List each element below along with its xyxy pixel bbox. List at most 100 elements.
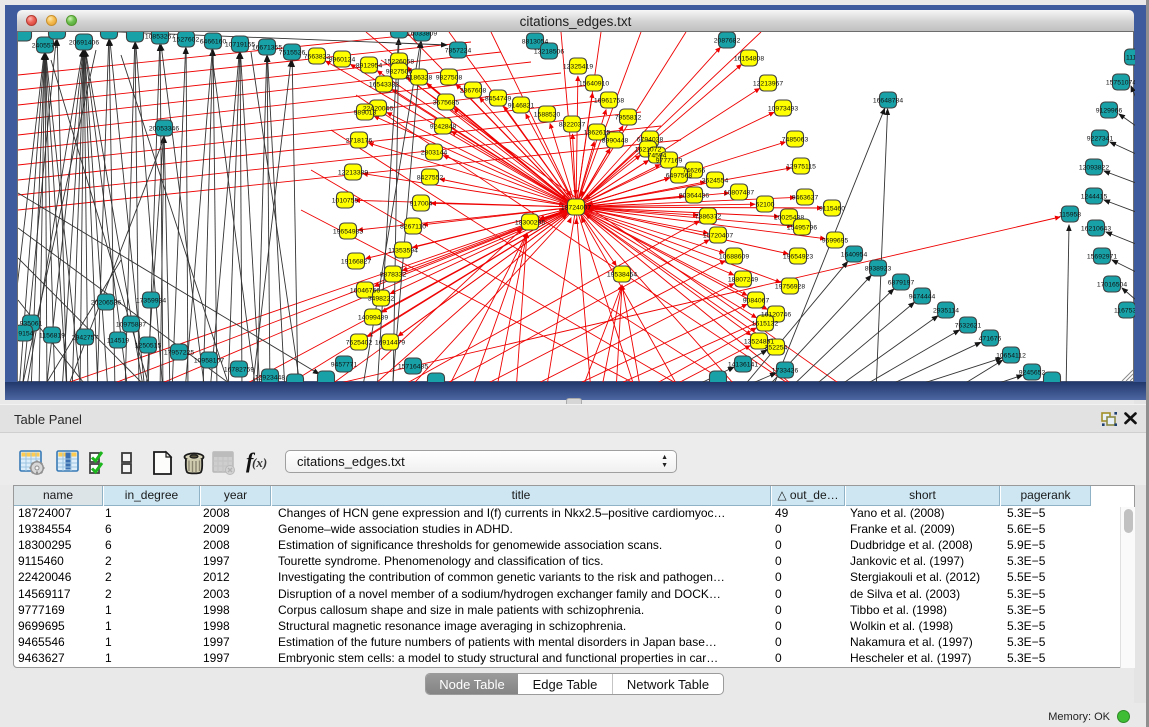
svg-text:8878332: 8878332 xyxy=(380,271,407,278)
svg-text:12093822: 12093822 xyxy=(1079,164,1109,171)
svg-text:9084067: 9084067 xyxy=(743,297,770,304)
svg-text:20206536: 20206536 xyxy=(91,299,121,306)
svg-text:16961758: 16961758 xyxy=(594,97,624,104)
svg-text:9463627: 9463627 xyxy=(792,194,819,201)
svg-text:16033809: 16033809 xyxy=(407,32,437,37)
svg-text:114519: 114519 xyxy=(107,337,129,344)
svg-text:917004: 917004 xyxy=(410,200,433,207)
svg-text:9699695: 9699695 xyxy=(822,237,849,244)
svg-text:1588520: 1588520 xyxy=(534,111,561,118)
svg-text:18807249: 18807249 xyxy=(728,276,758,283)
svg-text:12325419: 12325419 xyxy=(563,63,593,70)
svg-text:9227341: 9227341 xyxy=(1087,135,1114,142)
svg-text:2405571: 2405571 xyxy=(32,42,59,49)
svg-text:1010755: 1010755 xyxy=(332,197,359,204)
svg-text:16154808: 16154808 xyxy=(734,55,764,62)
svg-text:16543382: 16543382 xyxy=(369,81,399,88)
svg-text:15692971: 15692971 xyxy=(1087,253,1117,260)
svg-text:2367608: 2367608 xyxy=(460,87,487,94)
svg-text:20053346: 20053346 xyxy=(149,125,179,132)
svg-text:62100: 62100 xyxy=(756,201,775,208)
svg-text:13218506: 13218506 xyxy=(534,48,564,55)
svg-text:3675685: 3675685 xyxy=(433,99,460,106)
svg-text:7386372: 7386372 xyxy=(695,213,722,220)
svg-text:8454749: 8454749 xyxy=(485,95,512,102)
svg-text:10688609: 10688609 xyxy=(719,253,749,260)
svg-text:39154: 39154 xyxy=(18,330,34,337)
svg-text:471676: 471676 xyxy=(979,335,1002,342)
svg-text:7625402: 7625402 xyxy=(346,339,373,346)
svg-text:1156819: 1156819 xyxy=(39,332,65,339)
svg-text:10975887: 10975887 xyxy=(116,321,146,328)
svg-text:3624554: 3624554 xyxy=(702,177,729,184)
svg-text:12213389: 12213389 xyxy=(338,169,368,176)
svg-text:8912954: 8912954 xyxy=(356,62,383,69)
svg-text:2935114: 2935114 xyxy=(933,307,959,314)
svg-text:9777169: 9777169 xyxy=(656,157,683,164)
svg-text:9827508: 9827508 xyxy=(436,74,463,81)
svg-text:15716485: 15716485 xyxy=(398,363,428,370)
svg-text:10958107: 10958107 xyxy=(194,357,224,364)
svg-text:19166827: 19166827 xyxy=(341,258,371,265)
svg-text:1527602: 1527602 xyxy=(173,36,200,43)
svg-text:12975115: 12975115 xyxy=(786,163,816,170)
svg-text:1112: 1112 xyxy=(1126,54,1135,61)
svg-text:20364436: 20364436 xyxy=(679,192,709,199)
svg-text:2942757: 2942757 xyxy=(72,334,99,341)
svg-text:14136141: 14136141 xyxy=(728,361,758,368)
svg-text:7857224: 7857224 xyxy=(445,47,472,54)
svg-text:9129966: 9129966 xyxy=(1096,107,1123,114)
svg-text:1640954: 1640954 xyxy=(841,251,868,258)
svg-text:10719155: 10719155 xyxy=(225,41,255,48)
svg-text:8427552: 8427552 xyxy=(417,174,444,181)
svg-text:8960124: 8960124 xyxy=(329,56,356,63)
svg-text:16046766: 16046766 xyxy=(350,287,380,294)
svg-text:989013: 989013 xyxy=(354,109,377,116)
svg-text:7485063: 7485063 xyxy=(782,136,809,143)
svg-text:9474444: 9474444 xyxy=(909,293,936,300)
svg-text:14099489: 14099489 xyxy=(358,314,388,321)
svg-text:16914479: 16914479 xyxy=(375,339,405,346)
svg-text:10025438: 10025438 xyxy=(774,214,804,221)
svg-text:7663822: 7663822 xyxy=(304,53,331,60)
svg-text:6879197: 6879197 xyxy=(888,279,915,286)
svg-text:1615132: 1615132 xyxy=(752,320,779,327)
svg-text:7955812: 7955812 xyxy=(615,114,642,121)
svg-text:19756928: 19756928 xyxy=(775,283,805,290)
svg-text:10654112: 10654112 xyxy=(996,352,1026,359)
svg-text:1733426: 1733426 xyxy=(772,367,799,374)
svg-text:3498222: 3498222 xyxy=(368,295,395,302)
svg-text:9457771: 9457771 xyxy=(331,361,358,368)
svg-text:8990448: 8990448 xyxy=(602,137,629,144)
svg-text:6794028: 6794028 xyxy=(637,136,664,143)
svg-text:8186328: 8186328 xyxy=(406,74,433,81)
svg-text:9245652: 9245652 xyxy=(1019,369,1046,376)
svg-text:19654923: 19654923 xyxy=(783,253,813,260)
svg-text:18300295: 18300295 xyxy=(515,219,545,226)
svg-text:2803144: 2803144 xyxy=(421,149,448,156)
svg-text:10973493: 10973493 xyxy=(768,105,798,112)
svg-text:15495796: 15495796 xyxy=(787,224,817,231)
svg-text:252254: 252254 xyxy=(765,344,788,351)
svg-text:10807487: 10807487 xyxy=(724,189,754,196)
svg-text:16648784: 16648784 xyxy=(873,97,903,104)
svg-text:7632621: 7632621 xyxy=(955,322,982,329)
svg-text:9242848: 9242848 xyxy=(430,123,457,130)
svg-text:9146821: 9146821 xyxy=(508,102,535,109)
svg-text:15226058: 15226058 xyxy=(384,58,414,65)
svg-text:17957225: 17957225 xyxy=(164,349,194,356)
svg-text:8938923: 8938923 xyxy=(865,265,892,272)
svg-text:2087682: 2087682 xyxy=(714,37,741,44)
svg-text:2718176: 2718176 xyxy=(346,137,373,144)
svg-text:6497568: 6497568 xyxy=(666,172,693,179)
svg-text:20691406: 20691406 xyxy=(69,39,99,46)
svg-text:16782759: 16782759 xyxy=(224,366,254,373)
svg-text:935061: 935061 xyxy=(20,320,43,327)
svg-text:1167534: 1167534 xyxy=(1114,307,1135,314)
svg-text:(x): (x) xyxy=(252,455,267,470)
svg-text:17016504: 17016504 xyxy=(1097,281,1127,288)
svg-text:18724007: 18724007 xyxy=(561,204,591,211)
svg-text:1244415: 1244415 xyxy=(1081,193,1108,200)
svg-text:19654983: 19654983 xyxy=(333,228,363,235)
svg-text:17359934: 17359934 xyxy=(136,297,166,304)
